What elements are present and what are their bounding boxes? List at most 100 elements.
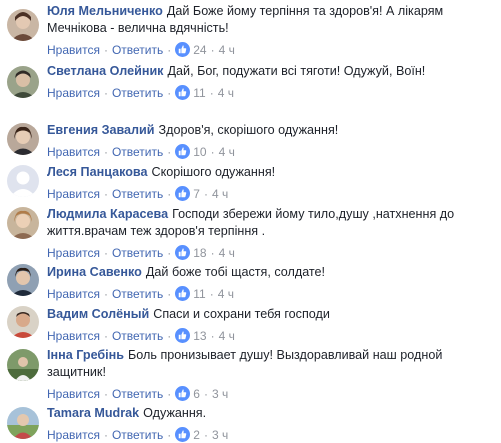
avatar[interactable] — [7, 9, 39, 41]
like-button[interactable]: Нравится — [47, 329, 100, 343]
separator: · — [103, 145, 108, 159]
comment-author[interactable]: Светлана Олейник — [47, 64, 164, 78]
like-button[interactable]: Нравится — [47, 387, 100, 401]
comment-text: Людмила Карасева Господи збережи йому тил… — [47, 206, 495, 240]
separator: · — [167, 43, 172, 57]
reply-button[interactable]: Ответить — [112, 428, 163, 442]
like-button[interactable]: Нравится — [47, 287, 100, 301]
separator: · — [167, 145, 172, 159]
thumbs-up-icon[interactable] — [175, 85, 191, 100]
separator: · — [210, 246, 215, 260]
like-count[interactable]: 11 — [193, 86, 205, 100]
like-button[interactable]: Нравится — [47, 145, 100, 159]
separator: · — [209, 86, 214, 100]
avatar[interactable] — [7, 264, 39, 296]
separator: · — [167, 86, 172, 100]
comment-author[interactable]: Інна Гребінь — [47, 348, 124, 362]
timestamp[interactable]: 4 ч — [212, 187, 228, 201]
comment-author[interactable]: Людмила Карасева — [47, 207, 168, 221]
avatar[interactable] — [7, 123, 39, 155]
reply-button[interactable]: Ответить — [112, 387, 163, 401]
comment-text: Евгения Завалий Здоров'я, скорішого одужа… — [47, 122, 495, 139]
avatar[interactable] — [7, 407, 39, 439]
comment-actions: Нравится · Ответить · 10 · 4 ч — [47, 144, 495, 160]
separator: · — [167, 246, 172, 260]
like-count[interactable]: 18 — [193, 246, 206, 260]
separator: · — [167, 428, 172, 442]
comment-actions: Нравится · Ответить · 18 · 4 ч — [47, 245, 495, 261]
comment-message: Дай, Бог, подужати всі тяготи! Одужуй, В… — [167, 64, 426, 78]
comment-text: Вадим Солёный Спаси и сохрани тебя господ… — [47, 306, 495, 323]
separator: · — [167, 287, 172, 301]
separator: · — [103, 287, 108, 301]
timestamp[interactable]: 4 ч — [218, 86, 234, 100]
like-count[interactable]: 6 — [193, 387, 200, 401]
timestamp[interactable]: 4 ч — [219, 145, 235, 159]
comment-message: Здоров'я, скорішого одужання! — [158, 123, 339, 137]
reply-button[interactable]: Ответить — [112, 187, 163, 201]
reply-button[interactable]: Ответить — [112, 287, 163, 301]
separator: · — [203, 187, 208, 201]
like-count[interactable]: 7 — [193, 187, 200, 201]
separator: · — [103, 246, 108, 260]
separator: · — [210, 145, 215, 159]
comment-author[interactable]: Вадим Солёный — [47, 307, 149, 321]
timestamp[interactable]: 4 ч — [219, 329, 235, 343]
separator: · — [203, 387, 208, 401]
like-count[interactable]: 24 — [193, 43, 206, 57]
comment-text: Леся Панцакова Скорішого одужання! — [47, 164, 495, 181]
comment-actions: Нравится · Ответить · 6 · 3 ч — [47, 386, 495, 402]
comment-actions: Нравится · Ответить · 24 · 4 ч — [47, 42, 495, 58]
comment-author[interactable]: Tamara Mudrak — [47, 406, 139, 420]
reply-button[interactable]: Ответить — [112, 329, 163, 343]
like-button[interactable]: Нравится — [47, 187, 100, 201]
comment-author[interactable]: Юля Мельниченко — [47, 4, 163, 18]
reply-button[interactable]: Ответить — [112, 246, 163, 260]
timestamp[interactable]: 4 ч — [219, 43, 235, 57]
thumbs-up-icon[interactable] — [175, 427, 191, 442]
like-button[interactable]: Нравится — [47, 86, 100, 100]
timestamp[interactable]: 4 ч — [218, 287, 234, 301]
comment-text: Светлана Олейник Дай, Бог, подужати всі т… — [47, 63, 495, 80]
avatar[interactable] — [7, 306, 39, 338]
reply-button[interactable]: Ответить — [112, 86, 163, 100]
separator: · — [167, 387, 172, 401]
comment-text: Tamara Mudrak Одужання. — [47, 405, 495, 422]
comment-author[interactable]: Евгения Завалий — [47, 123, 155, 137]
like-count[interactable]: 10 — [193, 145, 206, 159]
like-count[interactable]: 2 — [193, 428, 200, 442]
comment-message: Спаси и сохрани тебя господи — [153, 307, 330, 321]
comment-author[interactable]: Ирина Савенко — [47, 265, 142, 279]
comment-actions: Нравится · Ответить · 7 · 4 ч — [47, 186, 495, 202]
separator: · — [210, 43, 215, 57]
like-button[interactable]: Нравится — [47, 43, 100, 57]
comment-text: Інна Гребінь Боль пронизывает душу! Выздо… — [47, 347, 495, 381]
thumbs-up-icon[interactable] — [175, 386, 191, 401]
comment-message: Одужання. — [143, 406, 207, 420]
thumbs-up-icon[interactable] — [175, 286, 191, 301]
reply-button[interactable]: Ответить — [112, 145, 163, 159]
comment-message: Дай боже тобі щастя, солдате! — [145, 265, 326, 279]
thumbs-up-icon[interactable] — [175, 245, 191, 260]
timestamp[interactable]: 3 ч — [212, 387, 228, 401]
avatar[interactable] — [7, 207, 39, 239]
timestamp[interactable]: 4 ч — [219, 246, 235, 260]
reply-button[interactable]: Ответить — [112, 43, 163, 57]
timestamp[interactable]: 3 ч — [212, 428, 228, 442]
separator: · — [103, 329, 108, 343]
like-count[interactable]: 13 — [193, 329, 206, 343]
comment-author[interactable]: Леся Панцакова — [47, 165, 148, 179]
thumbs-up-icon[interactable] — [175, 186, 191, 201]
comment-text: Ирина Савенко Дай боже тобі щастя, солдат… — [47, 264, 495, 281]
like-count[interactable]: 11 — [193, 287, 205, 301]
like-button[interactable]: Нравится — [47, 246, 100, 260]
default-avatar-icon[interactable] — [7, 165, 39, 197]
thumbs-up-icon[interactable] — [175, 144, 191, 159]
comment-actions: Нравится · Ответить · 13 · 4 ч — [47, 328, 495, 344]
avatar[interactable] — [7, 349, 39, 381]
separator: · — [103, 86, 108, 100]
like-button[interactable]: Нравится — [47, 428, 100, 442]
avatar[interactable] — [7, 66, 39, 98]
thumbs-up-icon[interactable] — [175, 328, 191, 343]
thumbs-up-icon[interactable] — [175, 42, 191, 57]
